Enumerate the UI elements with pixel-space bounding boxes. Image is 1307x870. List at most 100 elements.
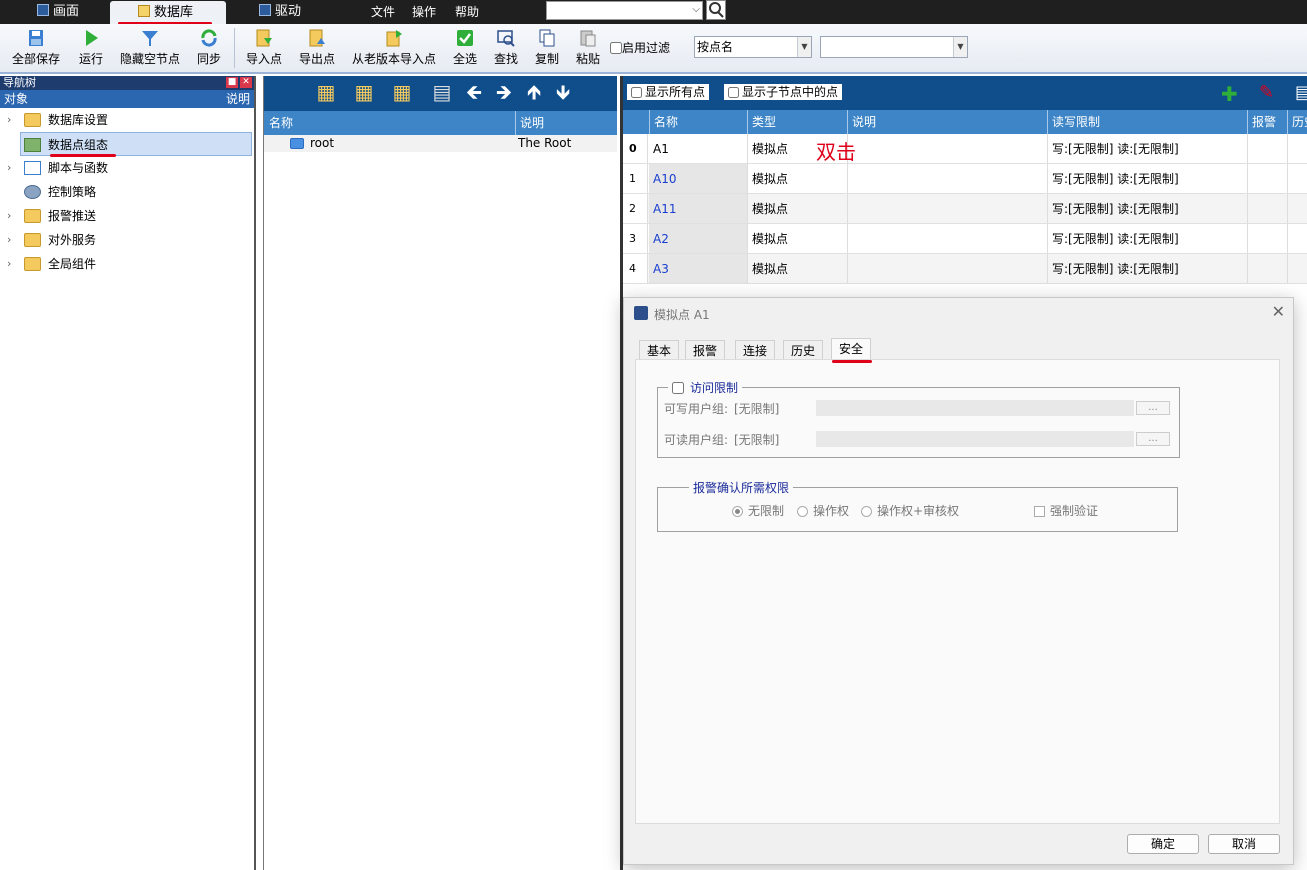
- points-toolbar: 显示所有点 显示子节点中的点 ✚ ✎ ▤: [623, 76, 1307, 110]
- nav-item-external-services[interactable]: › 对外服务: [0, 228, 254, 252]
- nav-item-control-strategy[interactable]: 控制策略: [0, 180, 254, 204]
- show-child-points-checkbox[interactable]: 显示子节点中的点: [724, 84, 843, 100]
- menu-help[interactable]: 帮助: [455, 0, 479, 24]
- export-points-button[interactable]: 导出点: [299, 28, 335, 67]
- find-icon: [497, 30, 515, 47]
- read-group-field: [816, 431, 1134, 447]
- chevron-down-icon: ▼: [953, 37, 967, 57]
- filter-mode-select[interactable]: 按点名 ▼: [694, 36, 812, 58]
- grid-header: 名称 类型 说明 读写限制 报警 历史: [623, 110, 1307, 134]
- run-button[interactable]: 运行: [79, 28, 103, 67]
- document-icon[interactable]: ▤: [1295, 82, 1307, 103]
- copy-button[interactable]: 复制: [535, 28, 559, 67]
- tab-security[interactable]: 安全: [831, 338, 872, 360]
- nav-item-alarm-push[interactable]: › 报警推送: [0, 204, 254, 228]
- read-group-value: [无限制]: [734, 433, 780, 447]
- legacy-import-icon: [386, 30, 402, 47]
- add-node-icon[interactable]: ▦: [316, 81, 336, 103]
- tab-database[interactable]: 数据库: [110, 1, 226, 24]
- show-all-points-checkbox[interactable]: 显示所有点: [627, 84, 710, 100]
- toolbar-separator: [234, 28, 235, 68]
- enable-filter-checkbox[interactable]: 启用过滤: [610, 39, 670, 56]
- select-all-icon: [457, 30, 473, 46]
- radio-operate[interactable]: 操作权: [797, 502, 849, 519]
- chevron-right-icon[interactable]: ›: [7, 228, 11, 252]
- paste-icon: [580, 30, 596, 47]
- access-restriction-checkbox[interactable]: 访问限制: [668, 379, 743, 396]
- access-restriction-group: 访问限制 可写用户组: [无限制] ... 可读用户组: [无限制] ...: [657, 379, 1180, 458]
- paste-node-icon[interactable]: ▤: [432, 81, 452, 103]
- ok-button[interactable]: 确定: [1127, 834, 1199, 854]
- tab-history[interactable]: 历史: [783, 340, 824, 360]
- edit-point-icon[interactable]: ✎: [1259, 82, 1274, 103]
- legacy-import-button[interactable]: 从老版本导入点: [352, 28, 436, 67]
- table-row[interactable]: 4 A3 模拟点 写:[无限制] 读:[无限制]: [623, 254, 1307, 284]
- chevron-right-icon[interactable]: ›: [7, 252, 11, 276]
- filter-icon: [142, 31, 158, 46]
- nav-item-point-config[interactable]: 数据点组态: [20, 132, 252, 156]
- add-point-icon[interactable]: ✚: [1221, 82, 1238, 106]
- tab-basic[interactable]: 基本: [639, 340, 680, 360]
- sync-button[interactable]: 同步: [197, 28, 221, 67]
- cancel-button[interactable]: 取消: [1208, 834, 1280, 854]
- search-combo[interactable]: ⌵: [546, 1, 703, 20]
- table-row[interactable]: 3 A2 模拟点 写:[无限制] 读:[无限制]: [623, 224, 1307, 254]
- folder-icon: [24, 113, 41, 127]
- radio-operate-audit[interactable]: 操作权+审核权: [861, 502, 959, 519]
- close-icon[interactable]: ✕: [240, 77, 252, 88]
- toolbar: 全部保存 运行 隐藏空节点 同步 导入点 导出点 从老版本导入点 全选 查找 复…: [0, 24, 1307, 74]
- hide-empty-nodes-button[interactable]: 隐藏空节点: [120, 28, 180, 67]
- table-row[interactable]: 2 A11 模拟点 写:[无限制] 读:[无限制]: [623, 194, 1307, 224]
- search-button[interactable]: [706, 0, 726, 20]
- add-child-node-icon[interactable]: ▦: [354, 81, 374, 103]
- tab-driver[interactable]: 驱动: [259, 0, 301, 24]
- run-icon: [86, 30, 98, 46]
- tab-alarm[interactable]: 报警: [685, 340, 726, 360]
- paste-button[interactable]: 粘贴: [576, 28, 600, 67]
- save-all-button[interactable]: 全部保存: [12, 28, 60, 67]
- chevron-right-icon[interactable]: ›: [7, 108, 11, 132]
- table-row[interactable]: 0 A1 模拟点 写:[无限制] 读:[无限制]: [623, 134, 1307, 164]
- nav-item-scripts[interactable]: › 脚本与函数: [0, 156, 254, 180]
- tab-screen[interactable]: 画面: [37, 0, 79, 24]
- chevron-down-icon: ▼: [797, 37, 811, 57]
- screen-icon: [37, 4, 49, 16]
- filter-value-select[interactable]: ▼: [820, 36, 968, 58]
- write-group-value: [无限制]: [734, 402, 780, 416]
- globe-icon: [24, 257, 41, 271]
- security-tab-panel: 访问限制 可写用户组: [无限制] ... 可读用户组: [无限制] ... 报…: [635, 359, 1280, 824]
- find-button[interactable]: 查找: [494, 28, 518, 67]
- chevron-right-icon[interactable]: ›: [7, 204, 11, 228]
- read-group-browse-button[interactable]: ...: [1136, 432, 1170, 446]
- script-icon: [24, 161, 41, 175]
- close-icon[interactable]: ✕: [1272, 302, 1285, 321]
- arrow-up-icon[interactable]: 🡹: [524, 81, 544, 103]
- chevron-down-icon: ⌵: [692, 4, 700, 15]
- copy-icon: [539, 29, 555, 47]
- nav-item-db-settings[interactable]: › 数据库设置: [0, 108, 254, 132]
- select-all-button[interactable]: 全选: [453, 28, 477, 67]
- folder-icon: [24, 209, 41, 223]
- pin-icon[interactable]: ■: [226, 77, 238, 88]
- node-tree-panel: ▦ ▦ ▦ ▤ 🡸 🡺 🡹 🡻 名称 说明 root The Root: [263, 76, 617, 870]
- arrow-left-icon[interactable]: 🡸: [464, 81, 484, 103]
- menu-file[interactable]: 文件: [371, 0, 395, 24]
- chevron-right-icon[interactable]: ›: [7, 156, 11, 180]
- tree-row-root[interactable]: root The Root: [264, 135, 617, 152]
- radio-unrestricted[interactable]: 无限制: [732, 502, 784, 519]
- import-points-button[interactable]: 导入点: [246, 28, 282, 67]
- arrow-down-icon[interactable]: 🡻: [553, 81, 573, 103]
- app-icon: [634, 306, 648, 320]
- delete-node-icon[interactable]: ▦: [392, 81, 412, 103]
- nav-header: 对象 说明: [0, 90, 254, 108]
- nav-title-bar: 导航树 ■ ✕: [0, 76, 254, 90]
- export-icon: [309, 29, 325, 47]
- force-verify-checkbox[interactable]: 强制验证: [1034, 502, 1098, 519]
- arrow-right-icon[interactable]: 🡺: [494, 81, 514, 103]
- search-icon: [709, 2, 724, 18]
- table-row[interactable]: 1 A10 模拟点 写:[无限制] 读:[无限制]: [623, 164, 1307, 194]
- menu-operation[interactable]: 操作: [412, 0, 436, 24]
- write-group-browse-button[interactable]: ...: [1136, 401, 1170, 415]
- tab-connection[interactable]: 连接: [735, 340, 776, 360]
- nav-item-global-components[interactable]: › 全局组件: [0, 252, 254, 276]
